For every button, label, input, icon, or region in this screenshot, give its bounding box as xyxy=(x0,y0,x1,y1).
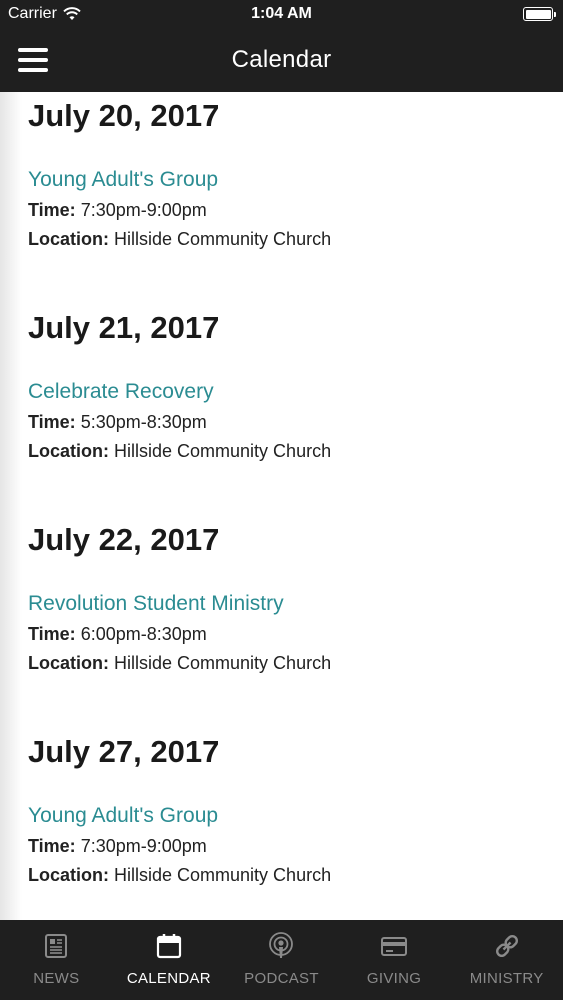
time-label: Time: xyxy=(28,836,76,856)
credit-card-icon xyxy=(381,937,408,956)
tab-giving[interactable]: GIVING xyxy=(344,920,444,1000)
location-label: Location: xyxy=(28,865,109,885)
podcast-icon xyxy=(269,932,294,958)
battery-icon xyxy=(523,7,556,21)
time-label: Time: xyxy=(28,624,76,644)
event-location: Location: Hillside Community Church xyxy=(28,441,331,462)
time-label: Time: xyxy=(28,412,76,432)
day-date: July 22, 2017 xyxy=(28,522,220,557)
event-time: Time: 7:30pm-9:00pm xyxy=(28,836,331,857)
tab-label: MINISTRY xyxy=(469,970,544,987)
time-value: 6:00pm-8:30pm xyxy=(80,624,207,644)
event-title[interactable]: Young Adult's Group xyxy=(28,804,331,828)
event-time: Time: 7:30pm-9:00pm xyxy=(28,200,331,221)
location-value: Hillside Community Church xyxy=(114,441,332,461)
status-time: 1:04 AM xyxy=(251,5,312,22)
tab-label: NEWS xyxy=(33,970,80,987)
location-label: Location: xyxy=(28,229,109,249)
calendar-day: July 27, 2017 Young Adult's Group Time: … xyxy=(28,734,331,886)
day-date: July 21, 2017 xyxy=(28,310,220,345)
location-value: Hillside Community Church xyxy=(114,653,332,673)
location-value: Hillside Community Church xyxy=(114,229,332,249)
time-label: Time: xyxy=(28,200,76,220)
location-label: Location: xyxy=(28,653,109,673)
tab-news[interactable]: NEWS xyxy=(6,920,106,1000)
status-bar: Carrier 1:04 AM xyxy=(0,0,563,28)
time-value: 7:30pm-9:00pm xyxy=(80,836,207,856)
tab-label: CALENDAR xyxy=(126,970,211,987)
newspaper-icon xyxy=(45,934,68,958)
calendar-icon xyxy=(156,934,181,959)
event-title[interactable]: Young Adult's Group xyxy=(28,168,331,192)
nav-bar: Calendar xyxy=(0,28,563,92)
tab-bar: NEWS CALENDAR PODCAST GIVING MINISTRY xyxy=(0,920,563,1000)
event-time: Time: 5:30pm-8:30pm xyxy=(28,412,331,433)
location-value: Hillside Community Church xyxy=(114,865,332,885)
calendar-day: July 20, 2017 Young Adult's Group Time: … xyxy=(28,98,331,250)
day-date: July 27, 2017 xyxy=(28,734,220,769)
day-date: July 20, 2017 xyxy=(28,98,220,133)
event-title[interactable]: Celebrate Recovery xyxy=(28,380,331,404)
event-location: Location: Hillside Community Church xyxy=(28,865,331,886)
tab-ministry[interactable]: MINISTRY xyxy=(457,920,557,1000)
event-time: Time: 6:00pm-8:30pm xyxy=(28,624,331,645)
tab-podcast[interactable]: PODCAST xyxy=(231,920,331,1000)
link-icon xyxy=(495,934,518,958)
time-value: 7:30pm-9:00pm xyxy=(80,200,207,220)
event-location: Location: Hillside Community Church xyxy=(28,653,331,674)
location-label: Location: xyxy=(28,441,109,461)
event-title[interactable]: Revolution Student Ministry xyxy=(28,592,331,616)
tab-label: PODCAST xyxy=(244,970,319,987)
tab-label: GIVING xyxy=(366,970,422,987)
page-title: Calendar xyxy=(231,46,332,73)
calendar-list[interactable]: July 20, 2017 Young Adult's Group Time: … xyxy=(0,92,563,920)
tab-calendar[interactable]: CALENDAR xyxy=(119,920,219,1000)
event-location: Location: Hillside Community Church xyxy=(28,229,331,250)
calendar-day: July 21, 2017 Celebrate Recovery Time: 5… xyxy=(28,310,331,462)
time-value: 5:30pm-8:30pm xyxy=(80,412,207,432)
calendar-day: July 22, 2017 Revolution Student Ministr… xyxy=(28,522,331,674)
